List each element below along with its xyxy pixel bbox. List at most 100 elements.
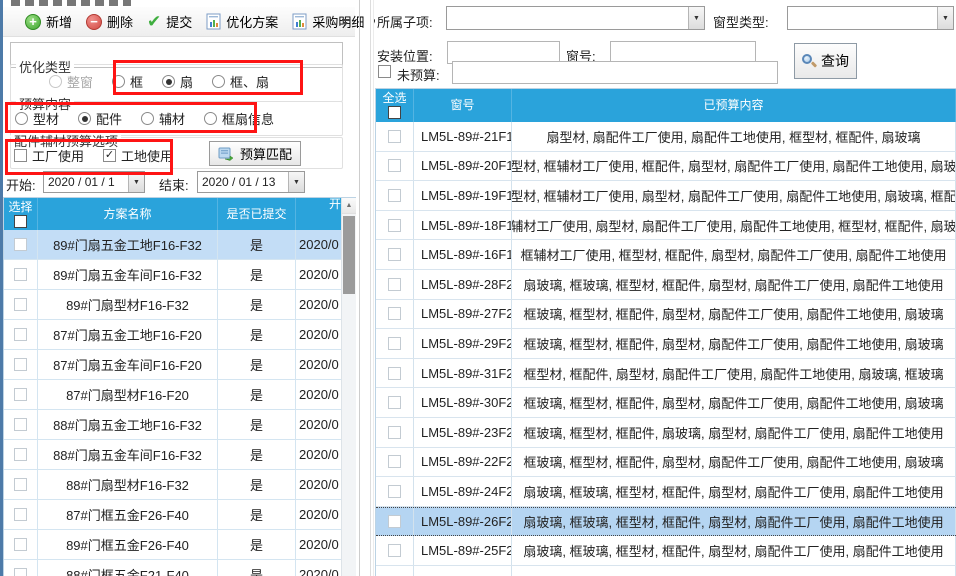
sub-item-label: 所属子项:: [377, 12, 433, 31]
radio-label: 框、扇: [230, 72, 269, 91]
budget-table-row[interactable]: LM5L-89#-21F19扇型材, 扇配件工厂使用, 扇配件工地使用, 框型材…: [376, 122, 956, 152]
window-type-combobox[interactable]: ▼: [787, 6, 954, 30]
row-checkbox[interactable]: [388, 426, 401, 439]
budget-table-row[interactable]: LM5L-89#-27F25框玻璃, 框型材, 框配件, 扇型材, 扇配件工厂使…: [376, 300, 956, 330]
budget-table-row[interactable]: LM5L-89#-24F22扇玻璃, 框玻璃, 框型材, 框配件, 扇型材, 扇…: [376, 477, 956, 507]
end-date-dropdown-button[interactable]: ▼: [288, 172, 304, 192]
row-checkbox[interactable]: [388, 307, 401, 320]
panel-splitter[interactable]: [370, 0, 371, 576]
end-date-picker[interactable]: 2020 / 01 / 13 ▼: [197, 171, 305, 193]
plan-table-row[interactable]: 88#门扇型材F16-F32是2020/0: [4, 470, 356, 500]
row-checkbox[interactable]: [388, 159, 401, 172]
plan-table-row[interactable]: 89#门扇型材F16-F32是2020/0: [4, 290, 356, 320]
radio-option[interactable]: 框、扇: [212, 72, 269, 91]
row-checkbox[interactable]: [388, 337, 401, 350]
budget-table-row[interactable]: LM5L-89#-22F20框玻璃, 框型材, 框配件, 扇型材, 扇配件工厂使…: [376, 448, 956, 478]
row-checkbox[interactable]: [14, 538, 27, 551]
row-checkbox[interactable]: [388, 544, 401, 557]
select-all-label: 全选: [382, 92, 406, 105]
row-checkbox[interactable]: [14, 568, 27, 576]
budget-table-row[interactable]: LM5L-89#-18F16框辅材工厂使用, 扇型材, 扇配件工厂使用, 扇配件…: [376, 211, 956, 241]
budget-content-column-header[interactable]: 已预算内容: [512, 89, 956, 122]
start-date-picker[interactable]: 2020 / 01 / 1 ▼: [43, 171, 145, 193]
budget-table-row[interactable]: LM5L-89#-28F26扇玻璃, 框玻璃, 框型材, 框配件, 扇型材, 扇…: [376, 270, 956, 300]
checkbox-option[interactable]: ✓工地使用: [103, 146, 173, 165]
scrollbar-thumb[interactable]: [343, 216, 355, 294]
budget-table-row[interactable]: LM5L-89#-19F17框型材, 框辅材工厂使用, 扇型材, 扇配件工厂使用…: [376, 181, 956, 211]
row-checkbox[interactable]: [14, 508, 27, 521]
budget-table-row[interactable]: LM5L-89#-29F27框玻璃, 框型材, 框配件, 扇型材, 扇配件工厂使…: [376, 329, 956, 359]
row-checkbox[interactable]: [14, 448, 27, 461]
delete-button[interactable]: − 删除: [80, 9, 139, 34]
submit-button[interactable]: ✔ 提交: [141, 9, 198, 34]
budget-table: 全选 窗号 已预算内容 LM5L-89#-21F19扇型材, 扇配件工厂使用, …: [375, 88, 956, 576]
row-checkbox[interactable]: [14, 238, 27, 251]
radio-option[interactable]: 框: [112, 72, 143, 91]
row-checkbox[interactable]: [388, 485, 401, 498]
plan-table-header: 选择 方案名称 是否已提交 开始: [4, 198, 356, 230]
row-checkbox[interactable]: [388, 367, 401, 380]
query-button[interactable]: 查询: [794, 43, 857, 79]
row-checkbox[interactable]: [388, 455, 401, 468]
budget-table-row[interactable]: LM5L-89#-16F15框辅材工厂使用, 框型材, 框配件, 扇型材, 扇配…: [376, 240, 956, 270]
sub-item-combobox[interactable]: ▼: [446, 6, 705, 30]
row-checkbox[interactable]: [14, 418, 27, 431]
row-checkbox[interactable]: [14, 478, 27, 491]
sub-item-dropdown-button[interactable]: ▼: [688, 7, 704, 29]
row-checkbox[interactable]: [14, 328, 27, 341]
budget-table-row[interactable]: LM5L-89#-20F18框型材, 框辅材工厂使用, 框配件, 扇型材, 扇配…: [376, 152, 956, 182]
plan-table-row[interactable]: 88#门框五金F21-F40是2020/0: [4, 560, 356, 576]
window-no-column-header[interactable]: 窗号: [414, 89, 512, 122]
toolbar-overflow-button[interactable]: ▼: [338, 12, 353, 34]
submitted-column-header[interactable]: 是否已提交: [218, 198, 296, 230]
plan-name-column-header[interactable]: 方案名称: [38, 198, 218, 230]
row-checkbox[interactable]: [388, 396, 401, 409]
no-budget-input[interactable]: [452, 61, 778, 84]
budget-match-button[interactable]: 预算匹配: [209, 141, 301, 166]
window-type-dropdown-button[interactable]: ▼: [937, 7, 953, 29]
radio-option[interactable]: 扇: [162, 72, 193, 91]
row-checkbox[interactable]: [388, 515, 401, 528]
scroll-up-icon[interactable]: ▲: [342, 198, 356, 214]
optimize-plan-button[interactable]: 优化方案: [200, 9, 284, 34]
budget-table-row[interactable]: LM5L-89#-31F29框型材, 框配件, 扇型材, 扇配件工厂使用, 扇配…: [376, 359, 956, 389]
radio-option[interactable]: 辅材: [141, 109, 185, 128]
budget-table-row[interactable]: LM5L-89#-23F21框玻璃, 框型材, 框配件, 扇玻璃, 扇型材, 扇…: [376, 418, 956, 448]
radio-option[interactable]: 型材: [15, 109, 59, 128]
row-checkbox[interactable]: [14, 298, 27, 311]
row-checkbox[interactable]: [388, 130, 401, 143]
plan-table-row[interactable]: 89#门框五金F26-F40是2020/0: [4, 530, 356, 560]
plan-table-row[interactable]: 87#门框五金F26-F40是2020/0: [4, 500, 356, 530]
plan-table-row[interactable]: 87#门扇型材F16-F20是2020/0: [4, 380, 356, 410]
radio-option[interactable]: 框扇信息: [204, 109, 274, 128]
plan-table-scrollbar[interactable]: ▲: [341, 198, 356, 576]
row-checkbox[interactable]: [388, 189, 401, 202]
budget-content-cell: 框玻璃, 框型材, 框配件, 扇型材, 扇配件工厂使用, 扇配件工地使用, 扇玻…: [512, 448, 956, 477]
checkbox-option[interactable]: 工厂使用: [14, 146, 84, 165]
row-checkbox[interactable]: [388, 248, 401, 261]
chevron-down-icon: ▼: [342, 22, 349, 27]
end-date-label: 结束:: [159, 175, 189, 194]
plan-table-row[interactable]: 88#门扇五金工地F16-F32是2020/0: [4, 410, 356, 440]
plan-table-row[interactable]: 89#门扇五金工地F16-F32是2020/0: [4, 230, 356, 260]
row-checkbox[interactable]: [388, 219, 401, 232]
window-no-cell: LM5L-89#-22F20: [414, 448, 512, 477]
toolbar: + 新增 − 删除 ✔ 提交 优化方案: [3, 7, 355, 37]
plan-table-row[interactable]: 88#门扇五金车间F16-F32是2020/0: [4, 440, 356, 470]
row-checkbox[interactable]: [14, 388, 27, 401]
budget-table-row[interactable]: LM5L-89#-30F28框玻璃, 框型材, 框配件, 扇型材, 扇配件工厂使…: [376, 388, 956, 418]
select-all-checkbox[interactable]: [14, 215, 27, 228]
row-checkbox[interactable]: [14, 358, 27, 371]
select-all-checkbox[interactable]: [388, 106, 401, 119]
row-checkbox[interactable]: [388, 278, 401, 291]
row-checkbox[interactable]: [14, 268, 27, 281]
budget-table-row[interactable]: LM5L-89#-25F23扇玻璃, 框玻璃, 框型材, 框配件, 扇型材, 扇…: [376, 536, 956, 566]
no-budget-checkbox[interactable]: [378, 65, 391, 78]
plan-table-row[interactable]: 89#门扇五金车间F16-F32是2020/0: [4, 260, 356, 290]
start-date-dropdown-button[interactable]: ▼: [128, 172, 144, 192]
plan-table-row[interactable]: 87#门扇五金工地F16-F20是2020/0: [4, 320, 356, 350]
budget-table-row[interactable]: LM5L-89#-26F24扇玻璃, 框玻璃, 框型材, 框配件, 扇型材, 扇…: [376, 507, 956, 537]
add-button[interactable]: + 新增: [19, 9, 78, 34]
radio-option[interactable]: 配件: [78, 109, 122, 128]
plan-table-row[interactable]: 87#门扇五金车间F16-F20是2020/0: [4, 350, 356, 380]
